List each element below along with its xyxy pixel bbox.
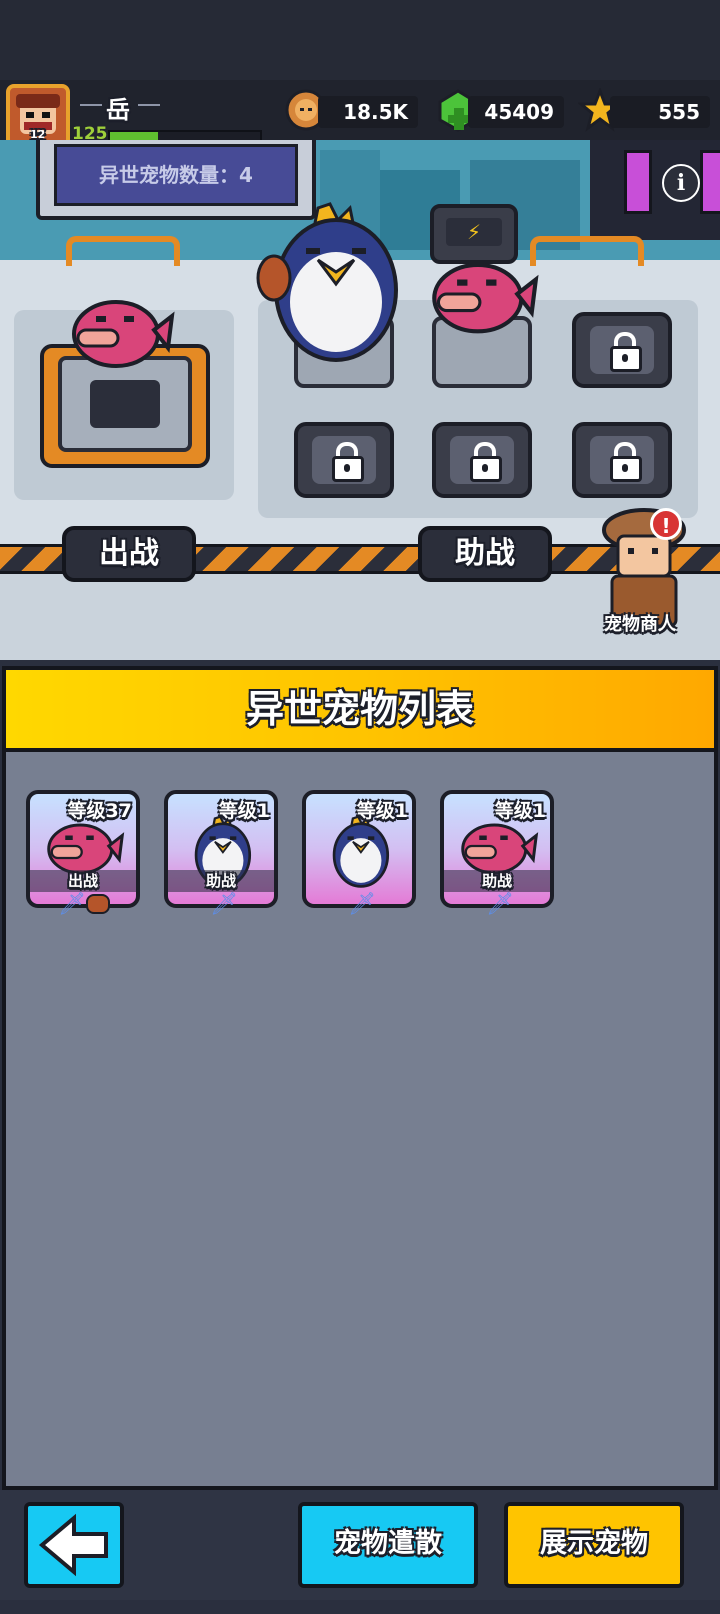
sword-icon: 🗡 bbox=[348, 892, 376, 917]
back-button[interactable] bbox=[24, 1502, 124, 1588]
lightning-icon: ⚡ bbox=[446, 218, 502, 246]
locked-slot[interactable] bbox=[572, 422, 672, 498]
window-pink bbox=[700, 150, 720, 214]
battle-label: 出战 bbox=[62, 526, 196, 582]
merchant-label: 宠物商人 bbox=[604, 614, 676, 635]
assist-label: 助战 bbox=[418, 526, 552, 582]
rail bbox=[66, 236, 180, 266]
meat-icon bbox=[86, 894, 110, 914]
pet-level: 等级1 bbox=[218, 800, 270, 822]
top-hud: 12 岳 125 18.5K 45409 555 bbox=[0, 80, 720, 148]
pet-role: 出战 bbox=[30, 870, 136, 892]
sword-icon: 🗡 bbox=[210, 892, 238, 917]
pet-role: 助战 bbox=[444, 870, 550, 892]
locked-slot[interactable] bbox=[432, 422, 532, 498]
pet-list-title: 异世宠物列表 bbox=[245, 687, 474, 731]
pink-fish-portrait-icon bbox=[47, 823, 125, 875]
coin-value: 18.5K bbox=[318, 96, 418, 128]
battle-slot-pad bbox=[58, 356, 192, 452]
pet-level: 等级1 bbox=[494, 800, 546, 822]
pet-count-label: 异世宠物数量：4 bbox=[99, 163, 253, 187]
release-pet-button[interactable]: 宠物遣散 bbox=[298, 1502, 478, 1588]
pet-card[interactable]: 等级1 助战 bbox=[164, 790, 278, 908]
pet-card[interactable]: 等级1 bbox=[302, 790, 416, 908]
locked-slot[interactable] bbox=[572, 312, 672, 388]
name-ornament bbox=[80, 104, 102, 106]
info-icon[interactable]: i bbox=[662, 164, 700, 202]
left-arrow-icon bbox=[38, 1513, 108, 1577]
status-bar bbox=[0, 0, 720, 80]
merchant-alert-icon: ! bbox=[650, 508, 682, 540]
gem-value: 45409 bbox=[468, 96, 564, 128]
rail bbox=[530, 236, 644, 266]
avatar[interactable]: 12 bbox=[6, 84, 70, 148]
pet-list-panel: 异世宠物列表 等级37 出战 🗡 等级1 助战 🗡 等级1 🗡 等级1 助战 🗡 bbox=[2, 666, 718, 1490]
locked-slot[interactable] bbox=[294, 422, 394, 498]
pink-fish-portrait-icon bbox=[461, 823, 539, 875]
sword-icon: 🗡 bbox=[486, 892, 514, 917]
pet-card[interactable]: 等级37 出战 bbox=[26, 790, 140, 908]
pink-fish-pet[interactable] bbox=[426, 252, 540, 336]
bottom-bar: 宠物遣散 展示宠物 bbox=[0, 1490, 720, 1600]
pad-center bbox=[90, 380, 160, 428]
pink-fish-pet[interactable] bbox=[66, 290, 176, 370]
window-pink bbox=[624, 150, 652, 214]
king-penguin-portrait-icon bbox=[332, 815, 390, 888]
show-pet-button[interactable]: 展示宠物 bbox=[504, 1502, 684, 1588]
pet-role: 助战 bbox=[168, 870, 274, 892]
star-value: 555 bbox=[610, 96, 710, 128]
sword-icon: 🗡 bbox=[58, 892, 86, 917]
pet-level: 等级1 bbox=[356, 800, 408, 822]
pet-habitat-scene: i 异世宠物数量：4 ⚡ 出战 助战 ! 宠物商人 bbox=[0, 140, 720, 660]
king-penguin-pet[interactable] bbox=[254, 198, 414, 368]
pet-level: 等级37 bbox=[67, 800, 132, 822]
name-ornament-right bbox=[138, 104, 160, 106]
pet-card[interactable]: 等级1 助战 bbox=[440, 790, 554, 908]
player-name: 岳 bbox=[106, 96, 130, 124]
